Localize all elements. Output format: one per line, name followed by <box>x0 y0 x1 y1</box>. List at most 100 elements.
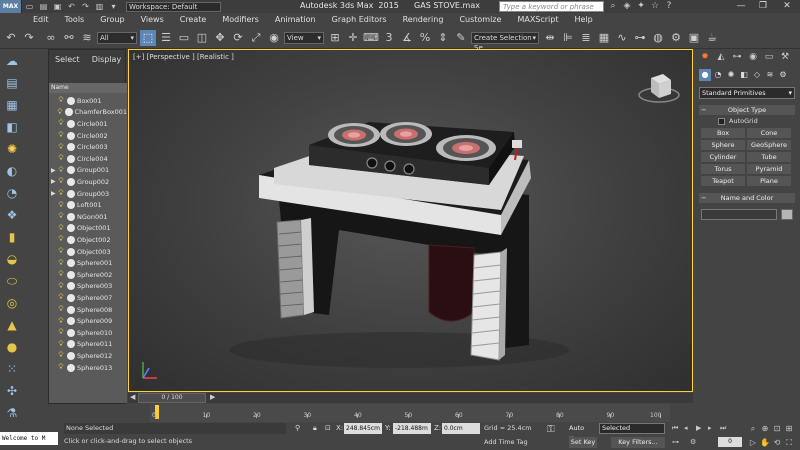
geosphere-button[interactable]: GeoSphere <box>747 140 791 150</box>
object-list-icon[interactable]: ▦ <box>2 95 22 115</box>
helpers-icon[interactable]: ◔ <box>2 183 22 203</box>
field-of-view-icon[interactable]: ▷ <box>748 438 758 447</box>
unlink-icon[interactable]: ⚯ <box>61 30 77 46</box>
visibility-bulb-icon[interactable]: 💡︎ <box>57 317 65 326</box>
menu-customize[interactable]: Customize <box>451 13 509 27</box>
visibility-bulb-icon[interactable]: 💡︎ <box>57 143 65 152</box>
set-key-icon[interactable]: ⚿ <box>547 424 555 435</box>
render-setup-icon[interactable]: ⚙ <box>668 30 684 46</box>
cone-icon[interactable]: ▲ <box>2 315 22 335</box>
menu-animation[interactable]: Animation <box>267 13 324 27</box>
current-frame-field[interactable]: 0 <box>718 437 742 447</box>
curve-editor-icon[interactable]: ∿ <box>614 30 630 46</box>
snaps-toggle-icon[interactable]: 3 <box>381 30 397 46</box>
helpers-icon[interactable]: ◇ <box>751 69 763 81</box>
z-coordinate-field[interactable]: 0.0cm <box>442 423 480 434</box>
tube-button[interactable]: Tube <box>747 152 791 162</box>
pivot-center-icon[interactable]: ⊞ <box>327 30 343 46</box>
absolute-mode-icon[interactable]: ⊡ <box>325 424 331 432</box>
ribbon-toggle-icon[interactable]: ▦ <box>596 30 612 46</box>
visibility-bulb-icon[interactable]: 💡︎ <box>56 108 63 117</box>
list-item[interactable]: 💡︎ Sphere007 <box>49 292 127 304</box>
favorites-icon[interactable]: ☆ <box>648 0 662 13</box>
spinner-snap-icon[interactable]: ⇕ <box>435 30 451 46</box>
cone-button[interactable]: Cone <box>747 128 791 138</box>
menu-graph-editors[interactable]: Graph Editors <box>324 13 395 27</box>
visibility-bulb-icon[interactable]: 💡︎ <box>57 328 65 337</box>
go-to-end-icon[interactable]: ⏭ <box>720 424 726 433</box>
track-bar[interactable]: 0 10 20 30 40 50 60 70 80 90 100 <box>150 404 670 422</box>
visibility-bulb-icon[interactable]: 💡︎ <box>57 235 65 244</box>
visibility-bulb-icon[interactable]: 💡︎ <box>57 177 65 186</box>
visibility-bulb-icon[interactable]: 💡︎ <box>57 270 65 279</box>
list-item[interactable]: 💡︎ Sphere009 <box>49 315 127 327</box>
tab-display[interactable]: Display <box>86 50 128 70</box>
menu-create[interactable]: Create <box>172 13 215 27</box>
minimize-icon[interactable]: — <box>730 0 752 13</box>
mirror-icon[interactable]: ⇹ <box>542 30 558 46</box>
list-item[interactable]: 💡︎ NGon001 <box>49 211 127 223</box>
visibility-bulb-icon[interactable]: 💡︎ <box>57 247 65 256</box>
communication-center-icon[interactable]: ✦ <box>634 0 648 13</box>
previous-frame-icon[interactable]: ◂ <box>684 424 688 432</box>
shapes-icon[interactable]: ◔ <box>712 69 724 81</box>
time-slider[interactable]: ◀ 0 / 100 ▶ <box>128 393 693 403</box>
manipulate-icon[interactable]: ✛ <box>345 30 361 46</box>
utilities-tab-icon[interactable]: ⚒ <box>778 50 792 64</box>
list-item[interactable]: 💡︎ Object001 <box>49 223 127 235</box>
menu-help[interactable]: Help <box>567 13 601 27</box>
box-button[interactable]: Box <box>701 128 745 138</box>
visibility-bulb-icon[interactable]: 💡︎ <box>57 96 65 105</box>
visibility-bulb-icon[interactable]: 💡︎ <box>57 282 65 291</box>
torus-button[interactable]: Torus <box>701 164 745 174</box>
utilities-icon[interactable]: ⚗ <box>2 403 22 423</box>
redo-icon[interactable]: ↷ <box>21 30 37 46</box>
zoom-all-icon[interactable]: ⊕ <box>760 424 770 433</box>
visibility-bulb-icon[interactable]: 💡︎ <box>57 131 65 140</box>
create-geometry-icon[interactable]: ☁ <box>2 51 22 71</box>
reference-coordinate-dropdown[interactable]: View <box>284 31 324 44</box>
quick-access-dropdown-icon[interactable]: ▾ <box>107 1 120 12</box>
list-item[interactable]: 💡︎ Sphere008 <box>49 304 127 316</box>
time-slider-next-icon[interactable]: ▶ <box>210 393 215 401</box>
save-icon[interactable]: ▣ <box>51 1 64 12</box>
primitive-type-dropdown[interactable]: Standard Primitives <box>699 87 795 99</box>
selection-lock-icon[interactable]: 🔒︎ <box>313 424 317 433</box>
plane-button[interactable]: Plane <box>747 176 791 186</box>
menu-maxscript[interactable]: MAXScript <box>509 13 566 27</box>
cylinder-icon[interactable]: ⬭ <box>2 271 22 291</box>
visibility-bulb-icon[interactable]: 💡︎ <box>57 363 65 372</box>
layer-manager-icon[interactable]: ≣ <box>578 30 594 46</box>
zoom-extents-icon[interactable]: ⊡ <box>772 424 782 433</box>
list-item[interactable]: 💡︎ Loft001 <box>49 199 127 211</box>
object-type-rollout-header[interactable]: − Object Type <box>699 105 795 115</box>
list-item[interactable]: 💡︎ Sphere001 <box>49 257 127 269</box>
visibility-bulb-icon[interactable]: 💡︎ <box>57 154 65 163</box>
list-item[interactable]: 💡︎ Sphere010 <box>49 327 127 339</box>
shapes-icon[interactable]: ◐ <box>2 161 22 181</box>
key-filters-button[interactable]: Key Filters... <box>611 437 665 448</box>
zoom-extents-all-icon[interactable]: ⊞ <box>784 424 794 433</box>
menu-group[interactable]: Group <box>92 13 132 27</box>
window-crossing-icon[interactable]: ◫ <box>194 30 210 46</box>
list-item[interactable]: 💡︎ Sphere002 <box>49 269 127 281</box>
keyboard-shortcut-override-icon[interactable]: ⌨ <box>363 30 379 46</box>
schematic-view-icon[interactable]: ⊶ <box>632 30 648 46</box>
x-coordinate-field[interactable]: 248.845cm <box>344 423 382 434</box>
spacewarps-icon[interactable]: ❖ <box>2 205 22 225</box>
rectangular-selection-icon[interactable]: ▭ <box>176 30 192 46</box>
cameras-icon[interactable]: ◧ <box>738 69 750 81</box>
camera-icon[interactable]: ◧ <box>2 117 22 137</box>
perspective-viewport[interactable]: [+] [Perspective ] [Realistic ] <box>128 49 693 392</box>
lights-icon[interactable]: ✺ <box>725 69 737 81</box>
visibility-bulb-icon[interactable]: 💡︎ <box>57 340 65 349</box>
modify-tab-icon[interactable]: ◭ <box>714 50 728 64</box>
align-icon[interactable]: ⊫ <box>560 30 576 46</box>
object-name-field[interactable] <box>701 209 777 220</box>
percent-snap-icon[interactable]: % <box>417 30 433 46</box>
help-search-input[interactable]: Type a keyword or phrase <box>499 1 604 12</box>
list-item[interactable]: 💡︎ Sphere012 <box>49 350 127 362</box>
place-icon[interactable]: ◉ <box>266 30 282 46</box>
project-folder-icon[interactable]: ▥ <box>93 1 106 12</box>
maximize-viewport-icon[interactable]: ⛶ <box>784 438 794 448</box>
